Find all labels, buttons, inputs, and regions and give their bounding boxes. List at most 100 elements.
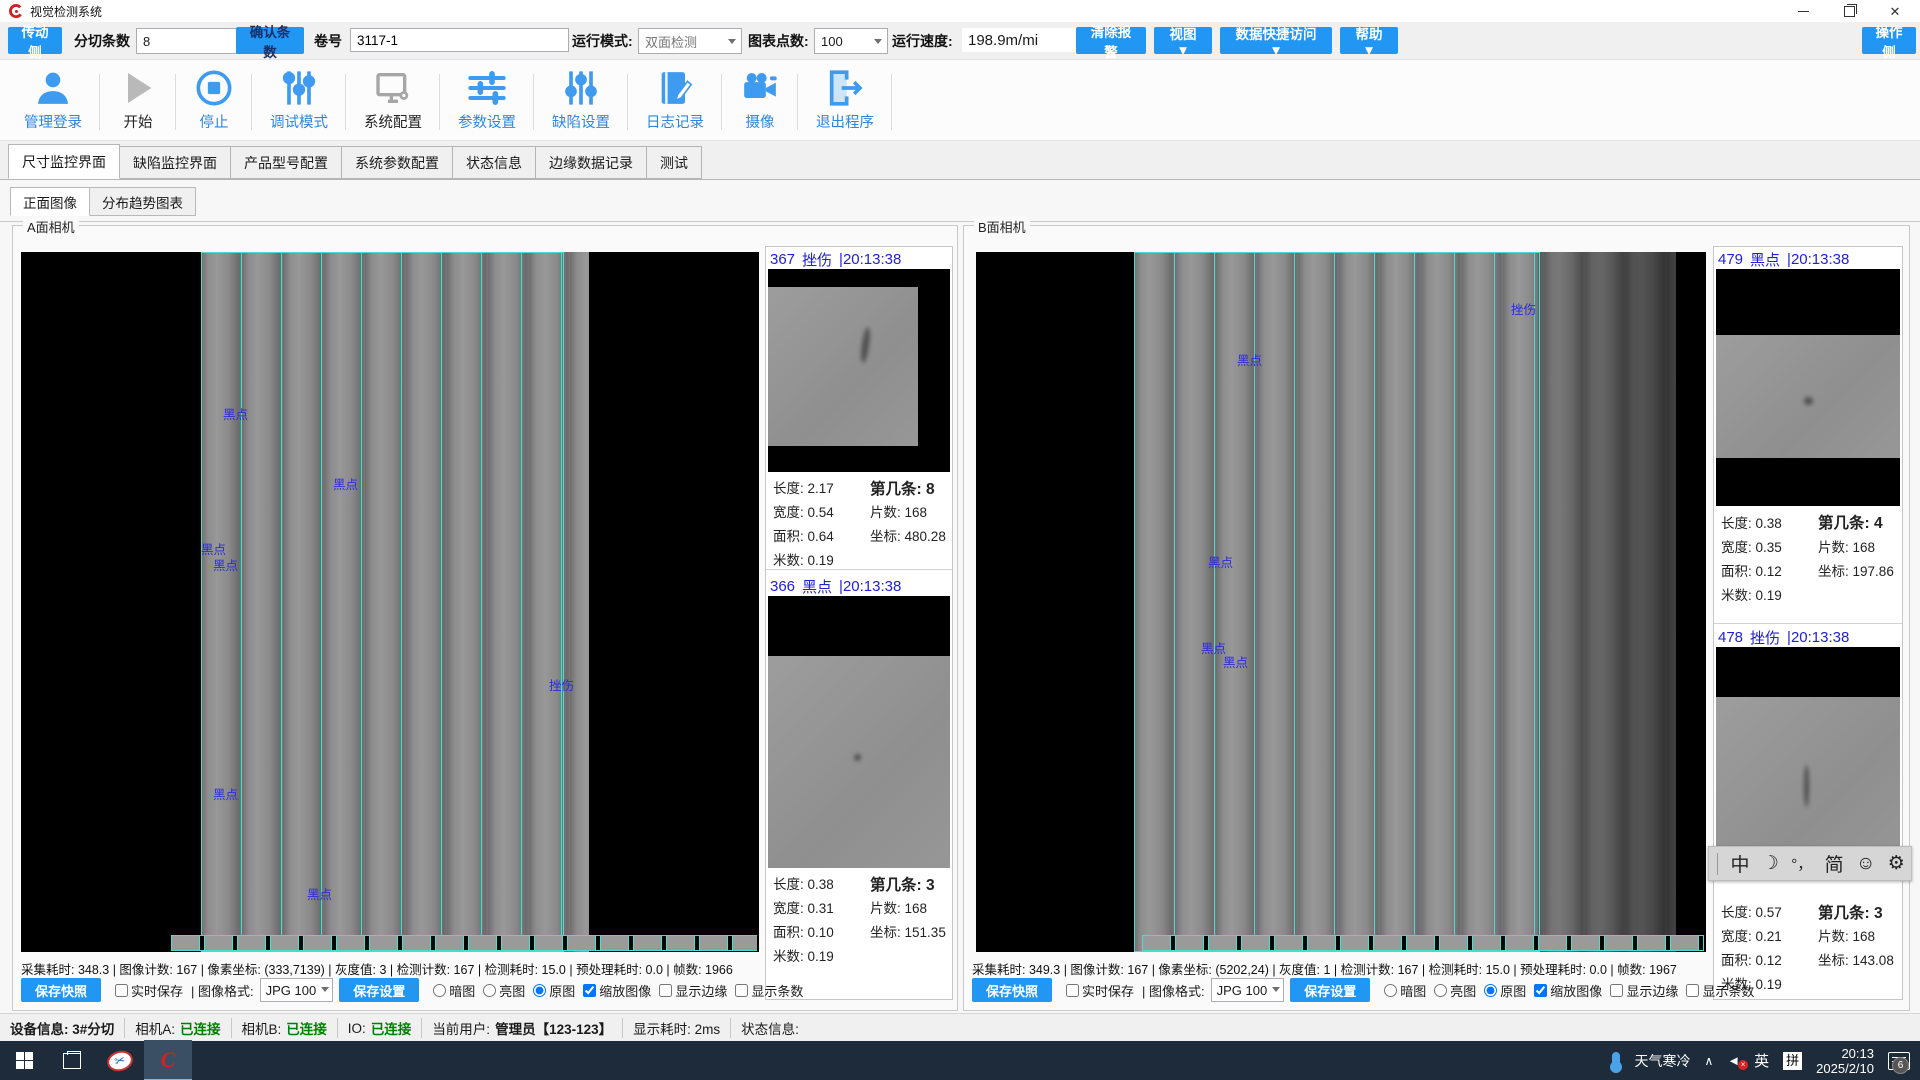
tab-edge-data-record[interactable]: 边缘数据记录 xyxy=(536,146,647,179)
defect-image xyxy=(1716,647,1900,877)
device-info: 设备信息: 3#分切 xyxy=(0,1018,125,1038)
zoom-image-checkbox[interactable] xyxy=(583,984,596,997)
stop-button[interactable]: 停止 xyxy=(176,60,252,140)
defect-card[interactable]: 479黑点|20:13:38 长度: 0.38 第几条: 4 宽度: 0.35 … xyxy=(1714,250,1902,607)
show-strips-label: 显示条数 xyxy=(751,981,803,1000)
operator-side-button[interactable]: 操作侧 xyxy=(1862,27,1916,54)
tab-size-monitor[interactable]: 尺寸监控界面 xyxy=(8,144,120,179)
clear-alarm-button[interactable]: 清除报警 xyxy=(1076,27,1146,54)
weather-text[interactable]: 天气寒冷 xyxy=(1634,1051,1690,1071)
debug-mode-button[interactable]: 调试模式 xyxy=(252,60,346,140)
show-edges-checkbox[interactable] xyxy=(1610,984,1623,997)
original-image-radio[interactable] xyxy=(533,984,546,997)
bright-image-radio[interactable] xyxy=(1434,984,1447,997)
camera-a-stats: 采集耗时: 348.3 | 图像计数: 167 | 像素坐标: (333,713… xyxy=(21,959,733,978)
bright-image-radio[interactable] xyxy=(483,984,496,997)
chart-points-select[interactable]: 100 xyxy=(814,28,888,54)
subtab-trend-chart[interactable]: 分布趋势图表 xyxy=(90,187,196,216)
image-format-select[interactable]: JPG 100 xyxy=(1211,978,1285,1002)
show-edges-label: 显示边缘 xyxy=(1626,981,1678,1000)
roll-no-input[interactable] xyxy=(350,28,569,52)
parameter-settings-button[interactable]: 参数设置 xyxy=(440,60,534,140)
shading xyxy=(1538,252,1676,952)
start-button[interactable] xyxy=(0,1041,48,1080)
zoom-image-label: 缩放图像 xyxy=(599,981,651,1000)
inspection-app-taskbar-button[interactable]: C xyxy=(144,1040,192,1080)
camera-a-panel: A面相机 黑点黑点黑点黑点挫伤黑点黑点 367挫伤|20:13:38 xyxy=(12,225,958,1011)
tab-status-info[interactable]: 状态信息 xyxy=(453,146,536,179)
io-status: IO:已连接 xyxy=(338,1018,423,1038)
strip-count-select[interactable]: 8 xyxy=(136,28,252,54)
zoom-image-checkbox[interactable] xyxy=(1534,984,1547,997)
close-button[interactable]: ✕ xyxy=(1872,0,1918,22)
defect-card[interactable]: 367挫伤|20:13:38 长度: 2.17 第几条: 8 宽度: 0.54 … xyxy=(766,250,952,573)
speaker-muted-icon[interactable]: ◄× xyxy=(1727,1053,1740,1068)
title-bar: 视觉检测系统 ✕ xyxy=(0,0,1920,22)
action-center-icon[interactable]: 6 xyxy=(1888,1052,1910,1070)
show-edges-checkbox[interactable] xyxy=(659,984,672,997)
maximize-button[interactable] xyxy=(1826,0,1872,22)
view-menu-button[interactable]: 视图 ▼ xyxy=(1154,27,1212,54)
defect-label: 黑点 xyxy=(307,884,332,903)
original-image-radio[interactable] xyxy=(1484,984,1497,997)
tab-product-model-config[interactable]: 产品型号配置 xyxy=(231,146,342,179)
help-menu-button[interactable]: 帮助 ▼ xyxy=(1340,27,1398,54)
camera-a-live-image[interactable]: 黑点黑点黑点黑点挫伤黑点黑点 xyxy=(21,252,759,952)
dark-image-radio[interactable] xyxy=(1384,984,1397,997)
tab-system-param-config[interactable]: 系统参数配置 xyxy=(342,146,453,179)
ime-indicator[interactable]: 拼 xyxy=(1783,1052,1802,1070)
defect-info: 长度: 0.38 第几条: 3 宽度: 0.31 片数: 168 面积: 0.1… xyxy=(766,873,952,969)
tab-defect-monitor[interactable]: 缺陷监控界面 xyxy=(120,146,231,179)
simplified-toggle[interactable]: 简 xyxy=(1825,850,1844,877)
drag-handle[interactable] xyxy=(1717,853,1718,875)
emoji-icon[interactable]: ☺ xyxy=(1856,853,1875,875)
defect-card[interactable]: 366黑点|20:13:38 长度: 0.38 第几条: 3 宽度: 0.31 … xyxy=(766,577,952,969)
show-strips-checkbox[interactable] xyxy=(1686,984,1699,997)
start-button[interactable]: 开始 xyxy=(100,60,176,140)
camera-b-live-image[interactable]: 挫伤黑点黑点黑点黑点 xyxy=(976,252,1706,952)
dark-image-radio[interactable] xyxy=(433,984,446,997)
ime-mode-toggle[interactable]: 中 xyxy=(1731,850,1750,877)
realtime-save-checkbox[interactable] xyxy=(1066,984,1079,997)
exit-program-button[interactable]: 退出程序 xyxy=(798,60,892,140)
save-settings-button[interactable]: 保存设置 xyxy=(339,978,419,1002)
settings-gear-icon[interactable]: ⚙ xyxy=(1888,852,1905,875)
language-indicator[interactable]: 英 xyxy=(1754,1050,1769,1071)
notification-badge: 6 xyxy=(1892,1057,1909,1074)
system-config-button[interactable]: 系统配置 xyxy=(346,60,440,140)
transmission-side-button[interactable]: 传动侧 xyxy=(8,27,62,54)
image-format-select[interactable]: JPG 100 xyxy=(260,978,334,1002)
chevron-down-icon xyxy=(321,987,329,996)
punctuation-toggle-icon[interactable]: °， xyxy=(1791,853,1812,874)
hidden-icons-chevron[interactable]: ∧ xyxy=(1704,1054,1713,1068)
camera-b-panel: B面相机 挫伤黑点黑点黑点黑点 479黑点|20:13:38 xyxy=(963,225,1910,1011)
fullwidth-toggle-icon[interactable]: ☽ xyxy=(1762,852,1779,875)
snipping-tool-taskbar-button[interactable]: ✂ xyxy=(96,1041,144,1080)
minimize-button[interactable] xyxy=(1780,0,1826,22)
camera-a-controls: 保存快照 实时保存 | 图像格式: JPG 100 保存设置 暗图 亮图 原图 … xyxy=(21,978,803,1002)
show-strips-checkbox[interactable] xyxy=(735,984,748,997)
run-mode-select[interactable]: 双面检测 xyxy=(638,28,742,54)
save-settings-button[interactable]: 保存设置 xyxy=(1290,978,1370,1002)
capture-button[interactable]: 摄像 xyxy=(722,60,798,140)
camera-b-status: 相机B:已连接 xyxy=(232,1018,338,1038)
tab-test[interactable]: 测试 xyxy=(647,146,702,179)
defect-card[interactable]: 478挫伤|20:13:38 长度: 0.57 第几条: 3 宽度: 0.21 … xyxy=(1714,628,1902,997)
camera-b-title: B面相机 xyxy=(974,217,1030,236)
defect-label: 黑点 xyxy=(1237,350,1262,369)
task-view-button[interactable] xyxy=(48,1041,96,1080)
chart-points-label: 图表点数: xyxy=(748,31,809,51)
realtime-save-checkbox[interactable] xyxy=(115,984,128,997)
defect-card-header: 479黑点|20:13:38 xyxy=(1714,250,1902,268)
taskbar-clock[interactable]: 20:132025/2/10 xyxy=(1816,1046,1874,1076)
confirm-strips-button[interactable]: 确认条数 xyxy=(236,27,304,54)
admin-login-button[interactable]: 管理登录 xyxy=(6,60,100,140)
save-snapshot-button[interactable]: 保存快照 xyxy=(972,978,1052,1002)
quick-data-menu-button[interactable]: 数据快捷访问 ▼ xyxy=(1220,27,1332,54)
chevron-down-icon xyxy=(728,39,736,48)
subtab-front-image[interactable]: 正面图像 xyxy=(10,187,90,216)
save-snapshot-button[interactable]: 保存快照 xyxy=(21,978,101,1002)
defect-settings-button[interactable]: 缺陷设置 xyxy=(534,60,628,140)
log-record-button[interactable]: 日志记录 xyxy=(628,60,722,140)
defect-info: 长度: 0.38 第几条: 4 宽度: 0.35 片数: 168 面积: 0.1… xyxy=(1714,511,1902,607)
